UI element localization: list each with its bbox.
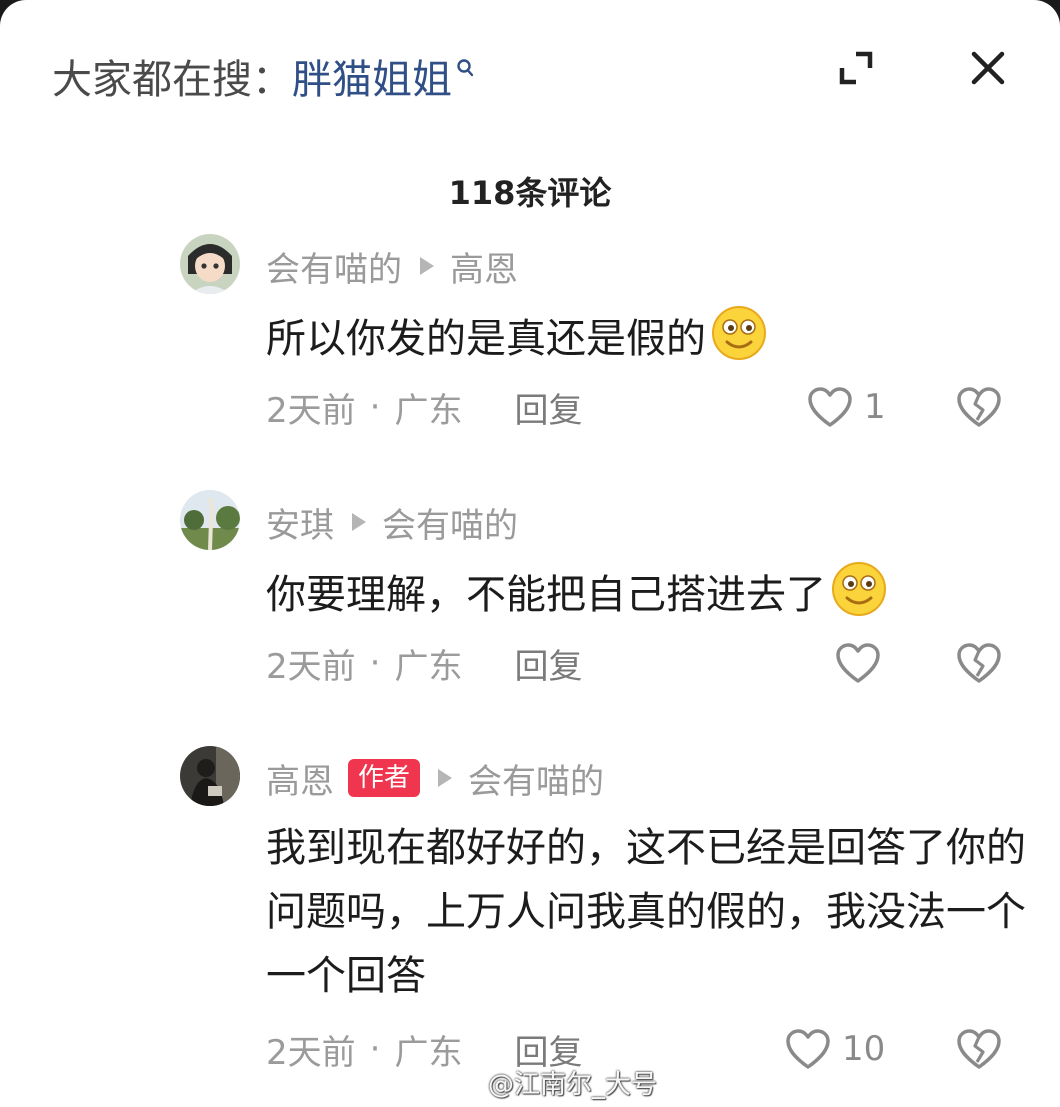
- author-badge: 作者: [348, 759, 421, 797]
- smile-emoji-icon: [832, 562, 886, 616]
- meta-separator: ·: [369, 387, 381, 427]
- meta-separator: ·: [369, 1029, 381, 1069]
- tree-landscape-avatar-icon: [180, 490, 240, 550]
- search-keyword[interactable]: 胖猫姐姐: [292, 47, 452, 105]
- dark-photo-avatar-icon: [180, 746, 240, 806]
- reply-arrow-icon: [420, 257, 434, 275]
- comment-time: 2天前: [266, 1032, 356, 1073]
- reply-arrow-icon: [352, 513, 366, 531]
- like-button[interactable]: 1: [806, 382, 886, 432]
- comment-time: 2天前: [266, 390, 356, 431]
- watermark-text: @江南尔_大号: [488, 1069, 658, 1100]
- comment-location: 广东: [394, 646, 463, 687]
- reply-arrow-icon: [438, 769, 453, 787]
- anime-girl-avatar-icon: [180, 234, 240, 294]
- avatar[interactable]: [180, 234, 240, 294]
- comment-meta: 2天前 · 广东 回复: [266, 638, 582, 688]
- broken-heart-icon[interactable]: [956, 384, 1002, 430]
- like-button[interactable]: 10: [784, 1024, 885, 1074]
- avatar[interactable]: [180, 746, 240, 806]
- reply-target[interactable]: 会有喵的: [468, 754, 604, 803]
- expand-icon[interactable]: [834, 46, 878, 90]
- comment-author[interactable]: 安琪: [266, 498, 334, 547]
- search-icon: [457, 59, 474, 77]
- broken-heart-icon[interactable]: [956, 640, 1002, 686]
- watermark: @江南尔_大号: [444, 1062, 657, 1102]
- meta-separator: ·: [369, 643, 381, 683]
- comment-sheet: 大家都在搜： 胖猫姐姐 118条评论 会有喵的 高恩 所以你发的是真还是假的 2…: [0, 0, 1060, 1107]
- smile-emoji-icon: [712, 306, 766, 360]
- comment-text-content: 你要理解，不能把自己搭进去了: [266, 572, 826, 618]
- heart-outline-icon: [808, 387, 852, 427]
- broken-heart-icon[interactable]: [956, 1026, 1002, 1072]
- reply-button[interactable]: 回复: [514, 639, 582, 688]
- weibo-logo-icon: [445, 1068, 482, 1097]
- reply-button[interactable]: 回复: [514, 383, 582, 432]
- top-bar: 大家都在搜： 胖猫姐姐: [0, 0, 1060, 150]
- like-count: 1: [864, 387, 886, 427]
- reply-target[interactable]: 高恩: [450, 242, 518, 291]
- search-keyword-link[interactable]: 胖猫姐姐: [292, 47, 476, 105]
- comment-text: 所以你发的是真还是假的: [266, 304, 1026, 371]
- comment-names: 安琪 会有喵的: [266, 496, 518, 548]
- close-icon[interactable]: [966, 46, 1010, 90]
- like-button[interactable]: [834, 638, 892, 688]
- heart-outline-icon: [836, 643, 880, 683]
- reply-target[interactable]: 会有喵的: [382, 498, 518, 547]
- comment-names: 会有喵的 高恩: [266, 240, 518, 292]
- search-suggestion: 大家都在搜： 胖猫姐姐: [52, 46, 476, 106]
- search-prefix: 大家都在搜：: [52, 57, 292, 103]
- comment-text-content: 所以你发的是真还是假的: [266, 316, 706, 362]
- comment-author[interactable]: 高恩: [266, 754, 334, 803]
- heart-outline-icon: [786, 1029, 830, 1069]
- comment-time: 2天前: [266, 646, 356, 687]
- avatar[interactable]: [180, 490, 240, 550]
- comment-count-title: 118条评论: [448, 174, 612, 212]
- comment-location: 广东: [394, 390, 463, 431]
- comment-names: 高恩 作者 会有喵的: [266, 752, 604, 804]
- comment-text: 我到现在都好好的，这不已经是回答了你的问题吗，上万人问我真的假的，我没法一个一个…: [266, 825, 1026, 999]
- comment-author[interactable]: 会有喵的: [266, 242, 402, 291]
- like-count: 10: [842, 1029, 886, 1069]
- comment-text: 你要理解，不能把自己搭进去了: [266, 560, 1026, 627]
- comment-meta: 2天前 · 广东 回复: [266, 382, 582, 432]
